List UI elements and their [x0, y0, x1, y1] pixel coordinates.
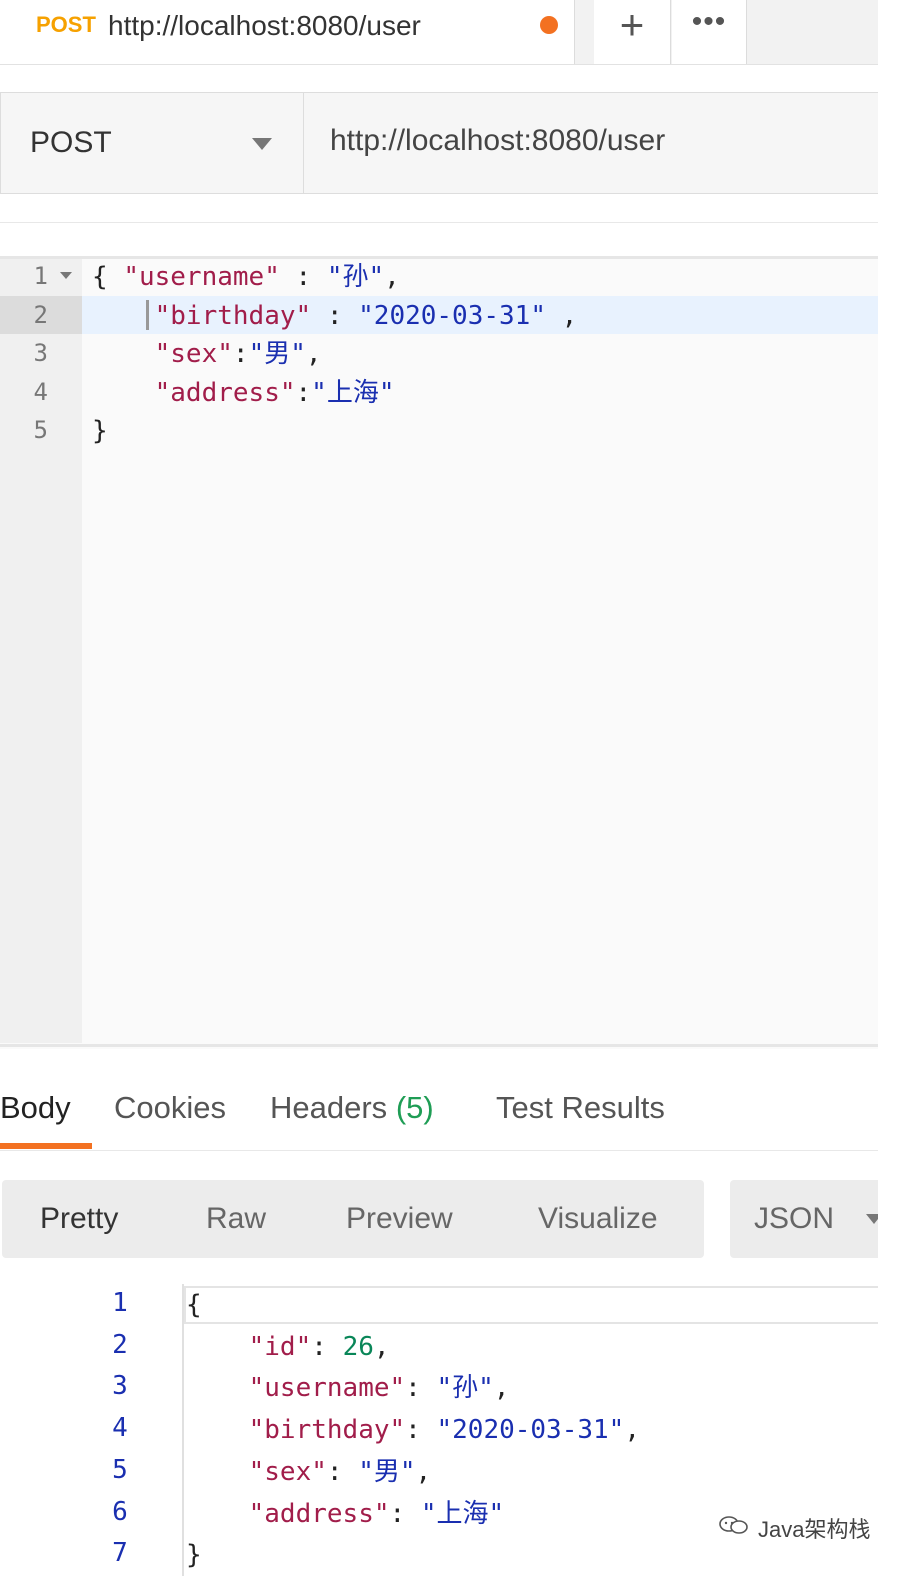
- divider: [0, 222, 878, 223]
- line-number: 6: [112, 1496, 128, 1527]
- json-key: "birthday": [154, 300, 312, 331]
- tab-method-label: POST: [36, 12, 96, 37]
- format-preview-button[interactable]: Preview: [346, 1202, 453, 1236]
- format-pretty-button[interactable]: Pretty: [40, 1202, 118, 1236]
- json-punctuation: ,: [373, 1331, 390, 1362]
- json-key: "username": [123, 262, 280, 292]
- json-punctuation: :: [295, 377, 312, 408]
- code-line: "address":"上海": [92, 374, 395, 412]
- json-key: "sex": [248, 1456, 327, 1487]
- json-punctuation: ,: [415, 1456, 432, 1487]
- json-string: "男": [358, 1456, 416, 1487]
- code-line: "birthday": "2020-03-31",: [186, 1411, 640, 1449]
- json-punctuation: :: [326, 1456, 359, 1487]
- json-string: "孙": [436, 1373, 494, 1404]
- response-type-value: JSON: [754, 1202, 835, 1235]
- json-key: "address": [248, 1498, 390, 1529]
- json-string: "上海": [311, 377, 395, 408]
- active-tab-underline: [0, 1143, 92, 1149]
- code-line: "address": "上海": [186, 1495, 505, 1533]
- line-number: 3: [33, 339, 48, 367]
- json-key: "address": [154, 377, 296, 408]
- json-string: "男": [248, 339, 306, 369]
- json-punctuation: {: [186, 1290, 202, 1320]
- json-punctuation: [186, 1457, 249, 1487]
- json-punctuation: ,: [384, 262, 400, 292]
- json-punctuation: :: [279, 262, 327, 292]
- json-punctuation: [186, 1332, 249, 1362]
- code-line: }: [186, 1536, 202, 1574]
- json-key: "id": [248, 1331, 312, 1362]
- line-number: 2: [112, 1329, 128, 1360]
- tab-url-label: http://localhost:8080/user: [108, 10, 421, 41]
- line-number: 4: [33, 377, 48, 406]
- code-line: "sex": "男",: [186, 1453, 432, 1491]
- pane-divider[interactable]: [0, 1044, 878, 1047]
- wechat-icon: [719, 1516, 748, 1534]
- json-punctuation: ,: [493, 1373, 510, 1404]
- json-number: 26: [342, 1331, 374, 1362]
- headers-count-badge: (5): [395, 1090, 434, 1125]
- code-line: "sex":"男",: [92, 335, 322, 373]
- unsaved-indicator-icon: [540, 16, 558, 34]
- line-number: 5: [33, 416, 48, 444]
- json-punctuation: :: [232, 339, 249, 369]
- code-line: { "username" : "孙",: [92, 258, 400, 296]
- response-active-line: [184, 1286, 878, 1324]
- line-number: 2: [33, 300, 48, 329]
- json-punctuation: }: [92, 416, 108, 446]
- line-number: 1: [33, 262, 48, 290]
- json-punctuation: [186, 1415, 249, 1445]
- json-punctuation: :: [405, 1415, 437, 1446]
- line-number: 7: [112, 1538, 128, 1569]
- json-punctuation: [92, 378, 155, 408]
- tab-headers[interactable]: Headers (5): [270, 1090, 434, 1126]
- json-punctuation: [92, 339, 155, 369]
- json-punctuation: [186, 1373, 249, 1403]
- method-select-value: POST: [30, 126, 112, 159]
- json-key: "username": [248, 1373, 406, 1404]
- json-punctuation: ,: [545, 300, 578, 331]
- right-edge-blank: [878, 0, 908, 1576]
- code-line: }: [92, 412, 108, 450]
- json-punctuation: [186, 1499, 249, 1529]
- tab-cookies[interactable]: Cookies: [114, 1090, 226, 1126]
- json-punctuation: {: [92, 262, 124, 292]
- code-line: {: [186, 1286, 202, 1324]
- code-line: "birthday" : "2020-03-31" ,: [92, 297, 578, 335]
- tab-test-results[interactable]: Test Results: [496, 1090, 665, 1126]
- json-punctuation: }: [186, 1540, 202, 1571]
- json-string: "2020-03-31": [436, 1415, 625, 1446]
- format-visualize-button[interactable]: Visualize: [538, 1202, 658, 1236]
- chevron-down-icon[interactable]: [252, 138, 272, 150]
- json-punctuation: :: [389, 1498, 421, 1529]
- json-punctuation: ,: [305, 339, 322, 369]
- json-punctuation: :: [405, 1373, 437, 1404]
- json-punctuation: ,: [624, 1415, 640, 1446]
- line-number: 3: [112, 1371, 128, 1402]
- url-input[interactable]: http://localhost:8080/user: [330, 124, 665, 158]
- json-string: "上海": [420, 1498, 505, 1529]
- new-tab-button[interactable]: +: [594, 0, 671, 64]
- tab-headers-label: Headers: [270, 1090, 388, 1125]
- code-line: "username": "孙",: [186, 1369, 510, 1407]
- json-key: "birthday": [248, 1415, 406, 1446]
- divider: [0, 1150, 878, 1151]
- json-punctuation: :: [311, 1331, 343, 1362]
- line-number: 1: [112, 1288, 128, 1318]
- json-punctuation: :: [311, 300, 359, 331]
- format-raw-button[interactable]: Raw: [206, 1202, 266, 1236]
- line-number: 4: [112, 1413, 128, 1444]
- json-key: "sex": [154, 339, 233, 369]
- watermark-text: Java架构栈: [758, 1517, 871, 1542]
- more-options-button[interactable]: •••: [672, 0, 747, 64]
- response-gutter-divider: [182, 1284, 184, 1576]
- line-number: 5: [112, 1454, 128, 1485]
- fold-arrow-icon[interactable]: [60, 272, 72, 279]
- tab-body[interactable]: Body: [0, 1090, 71, 1126]
- code-line: "id": 26,: [186, 1328, 390, 1366]
- json-string: "2020-03-31": [358, 300, 546, 331]
- json-string: "孙": [326, 262, 385, 292]
- text-cursor: [146, 300, 149, 330]
